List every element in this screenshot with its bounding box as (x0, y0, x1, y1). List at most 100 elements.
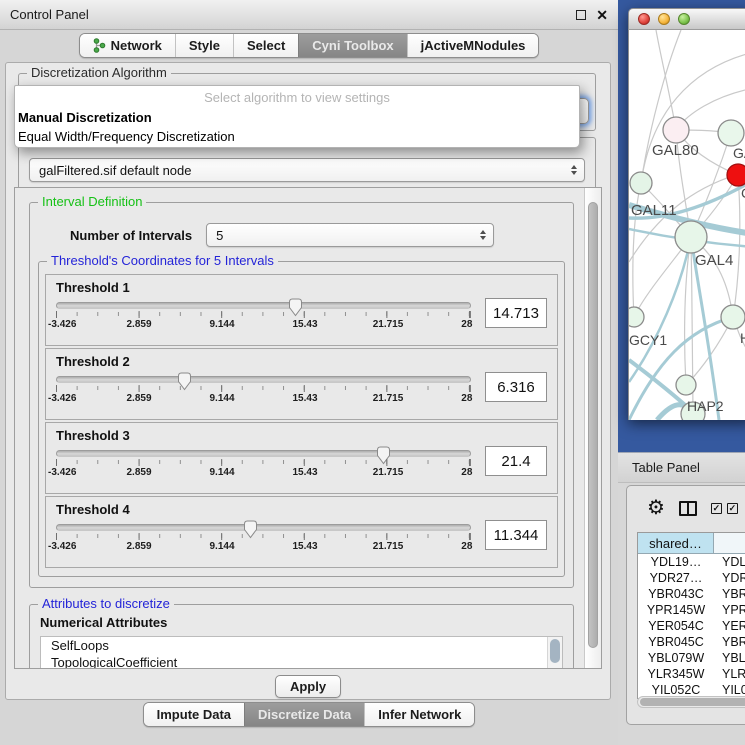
threshold-panel: Threshold 4-3.4262.8599.14415.4321.71528… (45, 496, 558, 568)
network-canvas[interactable]: GAL80GACGAL11GAL4GCY1HHAP2 (628, 30, 745, 420)
threshold-slider-track[interactable] (56, 450, 471, 457)
axis-tick-label: 2.859 (126, 467, 151, 478)
axis-tick-label: 15.43 (292, 319, 317, 330)
checkbox-icon[interactable]: ✓ (711, 503, 722, 514)
node-label-gal4: GAL4 (695, 252, 733, 269)
network-view-window: GAL80GACGAL11GAL4GCY1HHAP2 (628, 8, 745, 420)
axis-tick-label: 2.859 (126, 393, 151, 404)
control-panel-window: Control Panel ✕ NetworkStyleSelectCyni T… (0, 0, 618, 745)
mac-zoom-button[interactable] (678, 13, 690, 25)
number-of-intervals-label: Number of Intervals (70, 228, 192, 243)
thresholds-group-title: Threshold's Coordinates for 5 Intervals (47, 253, 278, 268)
axis-tick-label: 9.144 (209, 319, 234, 330)
tab-network[interactable]: Network (80, 34, 175, 57)
table-row[interactable]: YDR27…YDR2 (638, 570, 745, 586)
table-row[interactable]: YBR045CYBR0 (638, 634, 745, 650)
split-columns-icon[interactable] (679, 501, 697, 516)
attribute-list-item[interactable]: TopologicalCoefficient (41, 654, 562, 668)
float-window-icon[interactable] (576, 10, 586, 20)
table-panel: ⚙ ✓ ✓ shared… na YDL19…YDL1YDR27…YDR2YBR… (626, 485, 745, 725)
axis-tick-label: -3.426 (48, 393, 76, 404)
threshold-slider-track[interactable] (56, 524, 471, 531)
axis-tick-label: 9.144 (209, 393, 234, 404)
cyni-toolbox-panel: Discretization Algorithm Select algorith… (5, 62, 611, 700)
node-label-hap2: HAP2 (687, 398, 724, 414)
node-label-gcy1: GCY1 (629, 332, 667, 348)
threshold-slider-track[interactable] (56, 376, 471, 383)
algorithm-dropdown-popup: Select algorithm to view settings Manual… (14, 85, 580, 148)
threshold-value-field[interactable]: 6.316 (485, 372, 547, 402)
node-label-c: C (741, 185, 745, 201)
algorithm-option-manual-discretization[interactable]: Manual Discretization (15, 108, 579, 127)
table-row[interactable]: YDL19…YDL1 (638, 554, 745, 570)
mac-close-button[interactable] (638, 13, 650, 25)
axis-tick-label: 28 (461, 393, 472, 404)
number-of-intervals-combo[interactable]: 5 (206, 223, 494, 247)
table-row[interactable]: YPR145WYPR1 (638, 602, 745, 618)
slider-ticks (56, 385, 471, 392)
tab-discretize-data[interactable]: Discretize Data (244, 703, 364, 726)
combo-arrows-icon (571, 165, 577, 175)
threshold-label: Threshold 2 (56, 354, 547, 369)
table-row[interactable]: YBL079WYBL0 (638, 650, 745, 666)
numerical-attributes-list[interactable]: SelfLoopsTopologicalCoefficientBetweenne… (40, 636, 563, 668)
table-horizontal-scrollbar[interactable] (637, 696, 745, 708)
settings-vertical-scrollbar[interactable] (584, 188, 601, 668)
attributes-group-title: Attributes to discretize (38, 596, 174, 611)
table-row[interactable]: YBR043CYBR0 (638, 586, 745, 602)
tab-cyni-toolbox[interactable]: Cyni Toolbox (298, 34, 406, 57)
threshold-value-field[interactable]: 14.713 (485, 298, 547, 328)
gear-icon[interactable]: ⚙ (647, 498, 665, 518)
checkbox-icon[interactable]: ✓ (727, 503, 738, 514)
threshold-label: Threshold 1 (56, 280, 547, 295)
tab-style[interactable]: Style (175, 34, 233, 57)
control-panel-title: Control Panel (10, 7, 89, 22)
numerical-attributes-label: Numerical Attributes (40, 615, 563, 630)
tab-infer-network[interactable]: Infer Network (364, 703, 474, 726)
tab-jactivemnodules[interactable]: jActiveMNodules (407, 34, 539, 57)
axis-tick-label: 28 (461, 467, 472, 478)
mac-minimize-button[interactable] (658, 13, 670, 25)
algorithm-option-equal-width-frequency[interactable]: Equal Width/Frequency Discretization (15, 127, 579, 146)
table-data-combo[interactable]: galFiltered.sif default node (29, 158, 585, 182)
combo-arrows-icon (480, 230, 486, 240)
interval-definition-title: Interval Definition (38, 194, 146, 209)
axis-tick-label: 15.43 (292, 467, 317, 478)
attributes-list-scrollbar[interactable] (547, 637, 562, 668)
top-tabbar: NetworkStyleSelectCyni ToolboxjActiveMNo… (0, 33, 618, 58)
threshold-panel: Threshold 1-3.4262.8599.14415.4321.71528… (45, 274, 558, 346)
axis-tick-label: 28 (461, 541, 472, 552)
node-label-h: H (740, 330, 745, 346)
table-panel-toolbar: ⚙ ✓ ✓ (627, 486, 745, 530)
node-label-gal11: GAL11 (631, 202, 677, 219)
axis-tick-label: 2.859 (126, 319, 151, 330)
apply-button[interactable]: Apply (275, 675, 341, 698)
column-header-name[interactable]: na (714, 533, 745, 554)
axis-tick-label: -3.426 (48, 319, 76, 330)
table-row[interactable]: YLR345WYLR3 (638, 666, 745, 682)
algorithm-popup-hint: Select algorithm to view settings (15, 86, 579, 108)
threshold-panel: Threshold 3-3.4262.8599.14415.4321.71528… (45, 422, 558, 494)
thresholds-group: Threshold's Coordinates for 5 Intervals … (38, 261, 565, 577)
threshold-slider-track[interactable] (56, 302, 471, 309)
slider-ticks (56, 459, 471, 466)
table-row[interactable]: YER054CYER0 (638, 618, 745, 634)
attribute-list-item[interactable]: SelfLoops (41, 637, 562, 654)
tab-select[interactable]: Select (233, 34, 298, 57)
column-header-shared-name[interactable]: shared… (638, 533, 714, 554)
axis-tick-label: 21.715 (373, 541, 404, 552)
bottom-tabbar: Impute DataDiscretize DataInfer Network (0, 702, 618, 727)
threshold-value-field[interactable]: 21.4 (485, 446, 547, 476)
node-label-gal80: GAL80 (652, 142, 699, 159)
close-icon[interactable]: ✕ (596, 8, 608, 22)
tab-impute-data[interactable]: Impute Data (144, 703, 244, 726)
network-window-titlebar (628, 8, 745, 30)
discretization-algorithm-group-title: Discretization Algorithm (27, 65, 171, 80)
axis-tick-label: 9.144 (209, 467, 234, 478)
axis-tick-label: 15.43 (292, 541, 317, 552)
threshold-value-field[interactable]: 11.344 (485, 520, 547, 550)
axis-tick-label: -3.426 (48, 541, 76, 552)
threshold-label: Threshold 4 (56, 502, 547, 517)
table-data-combo-value: galFiltered.sif default node (39, 163, 191, 178)
threshold-label: Threshold 3 (56, 428, 547, 443)
